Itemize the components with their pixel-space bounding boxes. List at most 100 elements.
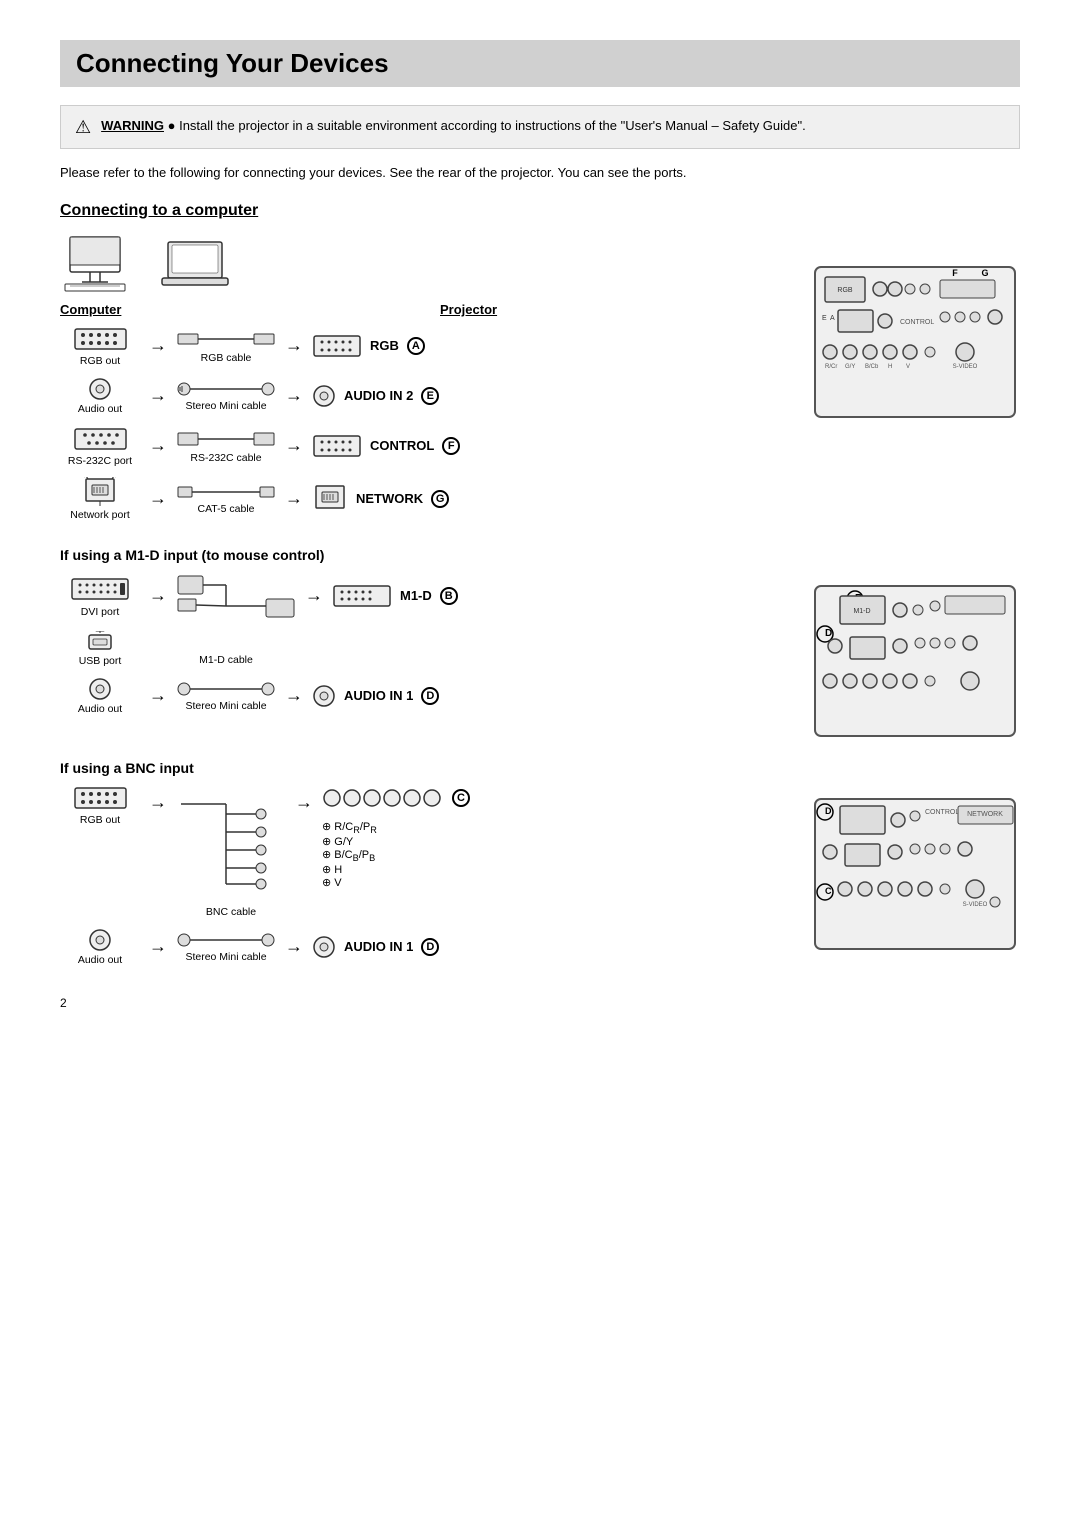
dvi-port-icon — [70, 574, 130, 604]
badge-B: B — [440, 587, 458, 605]
arrow1: → — [148, 335, 168, 356]
usb-port-group: USB port — [60, 631, 140, 667]
computer-illustration — [60, 232, 130, 292]
conn-row-bnc: RGB out → — [60, 784, 780, 918]
badge-A: A — [407, 337, 425, 355]
stereo-mini-cable-icon1 — [176, 380, 276, 398]
svg-text:RGB: RGB — [837, 287, 853, 294]
stereo-mini-label1: Stereo Mini cable — [185, 400, 266, 412]
page-number: 2 — [60, 996, 1020, 1010]
svg-text:V: V — [906, 364, 910, 370]
network-port-group: Network port — [60, 477, 140, 521]
rs232-cable-group: RS-232C cable — [176, 428, 276, 464]
proj-network-group: NETWORK G — [312, 484, 449, 514]
stereo-mini-cable-icon2 — [176, 680, 276, 698]
usb-port-label: USB port — [79, 655, 122, 667]
audio-out-icon3 — [88, 928, 112, 952]
bnc-proj-inputs: C ⊕ R/CR/PR ⊕ G/Y ⊕ B/CB/PB ⊕ H ⊕ V — [322, 784, 470, 889]
cat5-cable-icon — [176, 483, 276, 501]
rs232-port-label: RS-232C port — [68, 455, 132, 467]
rs232-cable-icon — [176, 428, 276, 450]
proj-network-label: NETWORK — [356, 491, 423, 506]
proj-rgb-group: RGB A — [312, 332, 432, 360]
proj-network-icon — [312, 484, 348, 514]
audio-out-icon1 — [88, 377, 112, 401]
stereo-mini-cable-group1: Stereo Mini cable — [176, 380, 276, 412]
laptop-illustration — [160, 237, 230, 292]
bnc-labels-header: ⊕ R/CR/PR ⊕ G/Y ⊕ B/CB/PB ⊕ H ⊕ V — [322, 820, 470, 889]
projector-back-svg: RGB F G E A CONTROL — [810, 262, 1020, 422]
svg-text:R/Cr: R/Cr — [825, 364, 837, 370]
badge-D-bnc: D — [421, 938, 439, 956]
svg-text:CONTROL: CONTROL — [925, 809, 959, 816]
proj-audio2-label: AUDIO IN 2 — [344, 388, 413, 403]
proj-audio2-group: AUDIO IN 2 E — [312, 384, 439, 408]
dvi-port-label: DVI port — [81, 606, 120, 618]
rgb-out-label2: RGB out — [80, 814, 120, 826]
m1d-cable-group — [176, 571, 296, 621]
arrow7: → — [148, 488, 168, 509]
section1-heading: Connecting to a computer — [60, 202, 1020, 220]
arrow9: → — [148, 585, 168, 606]
rgb-out-label: RGB out — [80, 355, 120, 367]
proj-m1d-label: M1-D — [400, 588, 432, 603]
conn-row-network: Network port → CAT-5 cable → — [60, 477, 780, 521]
usb-port-icon — [85, 631, 115, 653]
m1d-cable-label-group: M1-D cable — [176, 632, 276, 666]
arrow3: → — [148, 385, 168, 406]
svg-text:CONTROL: CONTROL — [900, 319, 934, 326]
arrow16: → — [284, 936, 304, 957]
proj-audio1-label-m1d: AUDIO IN 1 — [344, 688, 413, 703]
proj-rgb-icon — [312, 332, 362, 360]
svg-text:M1-D: M1-D — [853, 608, 870, 615]
svg-text:NETWORK: NETWORK — [967, 811, 1003, 818]
rgb-cable-label: RGB cable — [201, 352, 252, 364]
bnc-cable-svg — [176, 784, 286, 904]
conn-row-audio1-m1d: Audio out → Stereo Mini cable → AUDIO IN… — [60, 677, 780, 715]
arrow10: → — [304, 585, 324, 606]
stereo-mini-label2: Stereo Mini cable — [185, 700, 266, 712]
desktop-icon — [60, 232, 130, 292]
rgb-out-group2: RGB out — [60, 784, 140, 826]
m1d-cable-icon — [176, 571, 296, 621]
intro-text: Please refer to the following for connec… — [60, 163, 1020, 184]
conn-row-dvi: DVI port → → — [60, 571, 780, 621]
rs232-port-icon — [73, 425, 128, 453]
section3-heading: If using a BNC input — [60, 760, 1020, 776]
arrow4: → — [284, 385, 304, 406]
arrow12: → — [284, 685, 304, 706]
projector-back-panel2: B D M1-D — [810, 571, 1020, 744]
laptop-icon — [160, 237, 230, 292]
warning-body: ● Install the projector in a suitable en… — [168, 118, 806, 133]
bnc-header-row: C — [322, 784, 470, 812]
conn-row-rs232: RS-232C port → RS-232C cable → — [60, 425, 780, 467]
badge-E: E — [421, 387, 439, 405]
network-port-label: Network port — [70, 509, 130, 521]
m1d-cable-label: M1-D cable — [199, 654, 253, 666]
proj-audio1-group-bnc: AUDIO IN 1 D — [312, 935, 439, 959]
rgb-out-group: RGB out — [60, 325, 140, 367]
proj-audio1-group-m1d: AUDIO IN 1 D — [312, 684, 439, 708]
badge-F: F — [442, 437, 460, 455]
arrow14: → — [294, 792, 314, 813]
svg-text:A: A — [830, 315, 835, 322]
warning-icon: ⚠ — [75, 117, 91, 138]
network-port-icon — [82, 477, 118, 507]
audio-out-label3: Audio out — [78, 954, 122, 966]
rgb-cable-group: RGB cable — [176, 328, 276, 364]
arrow5: → — [148, 435, 168, 456]
svg-text:S-VIDEO: S-VIDEO — [963, 902, 988, 908]
warning-box: ⚠ WARNING ● Install the projector in a s… — [60, 105, 1020, 149]
proj-audio2-icon — [312, 384, 336, 408]
title-bar: Connecting Your Devices — [60, 40, 1020, 87]
conn-row-rgb: RGB out → RGB cable → — [60, 325, 780, 367]
col-computer-label: Computer — [60, 302, 121, 317]
arrow8: → — [284, 488, 304, 509]
rs232-cable-label: RS-232C cable — [190, 452, 261, 464]
audio-out-label1: Audio out — [78, 403, 122, 415]
dvi-port-group: DVI port — [60, 574, 140, 618]
svg-text:S-VIDEO: S-VIDEO — [953, 364, 978, 370]
cat5-cable-label: CAT-5 cable — [198, 503, 255, 515]
projector-back-panel: RGB F G E A CONTROL — [810, 232, 1020, 425]
audio-out-group3: Audio out — [60, 928, 140, 966]
